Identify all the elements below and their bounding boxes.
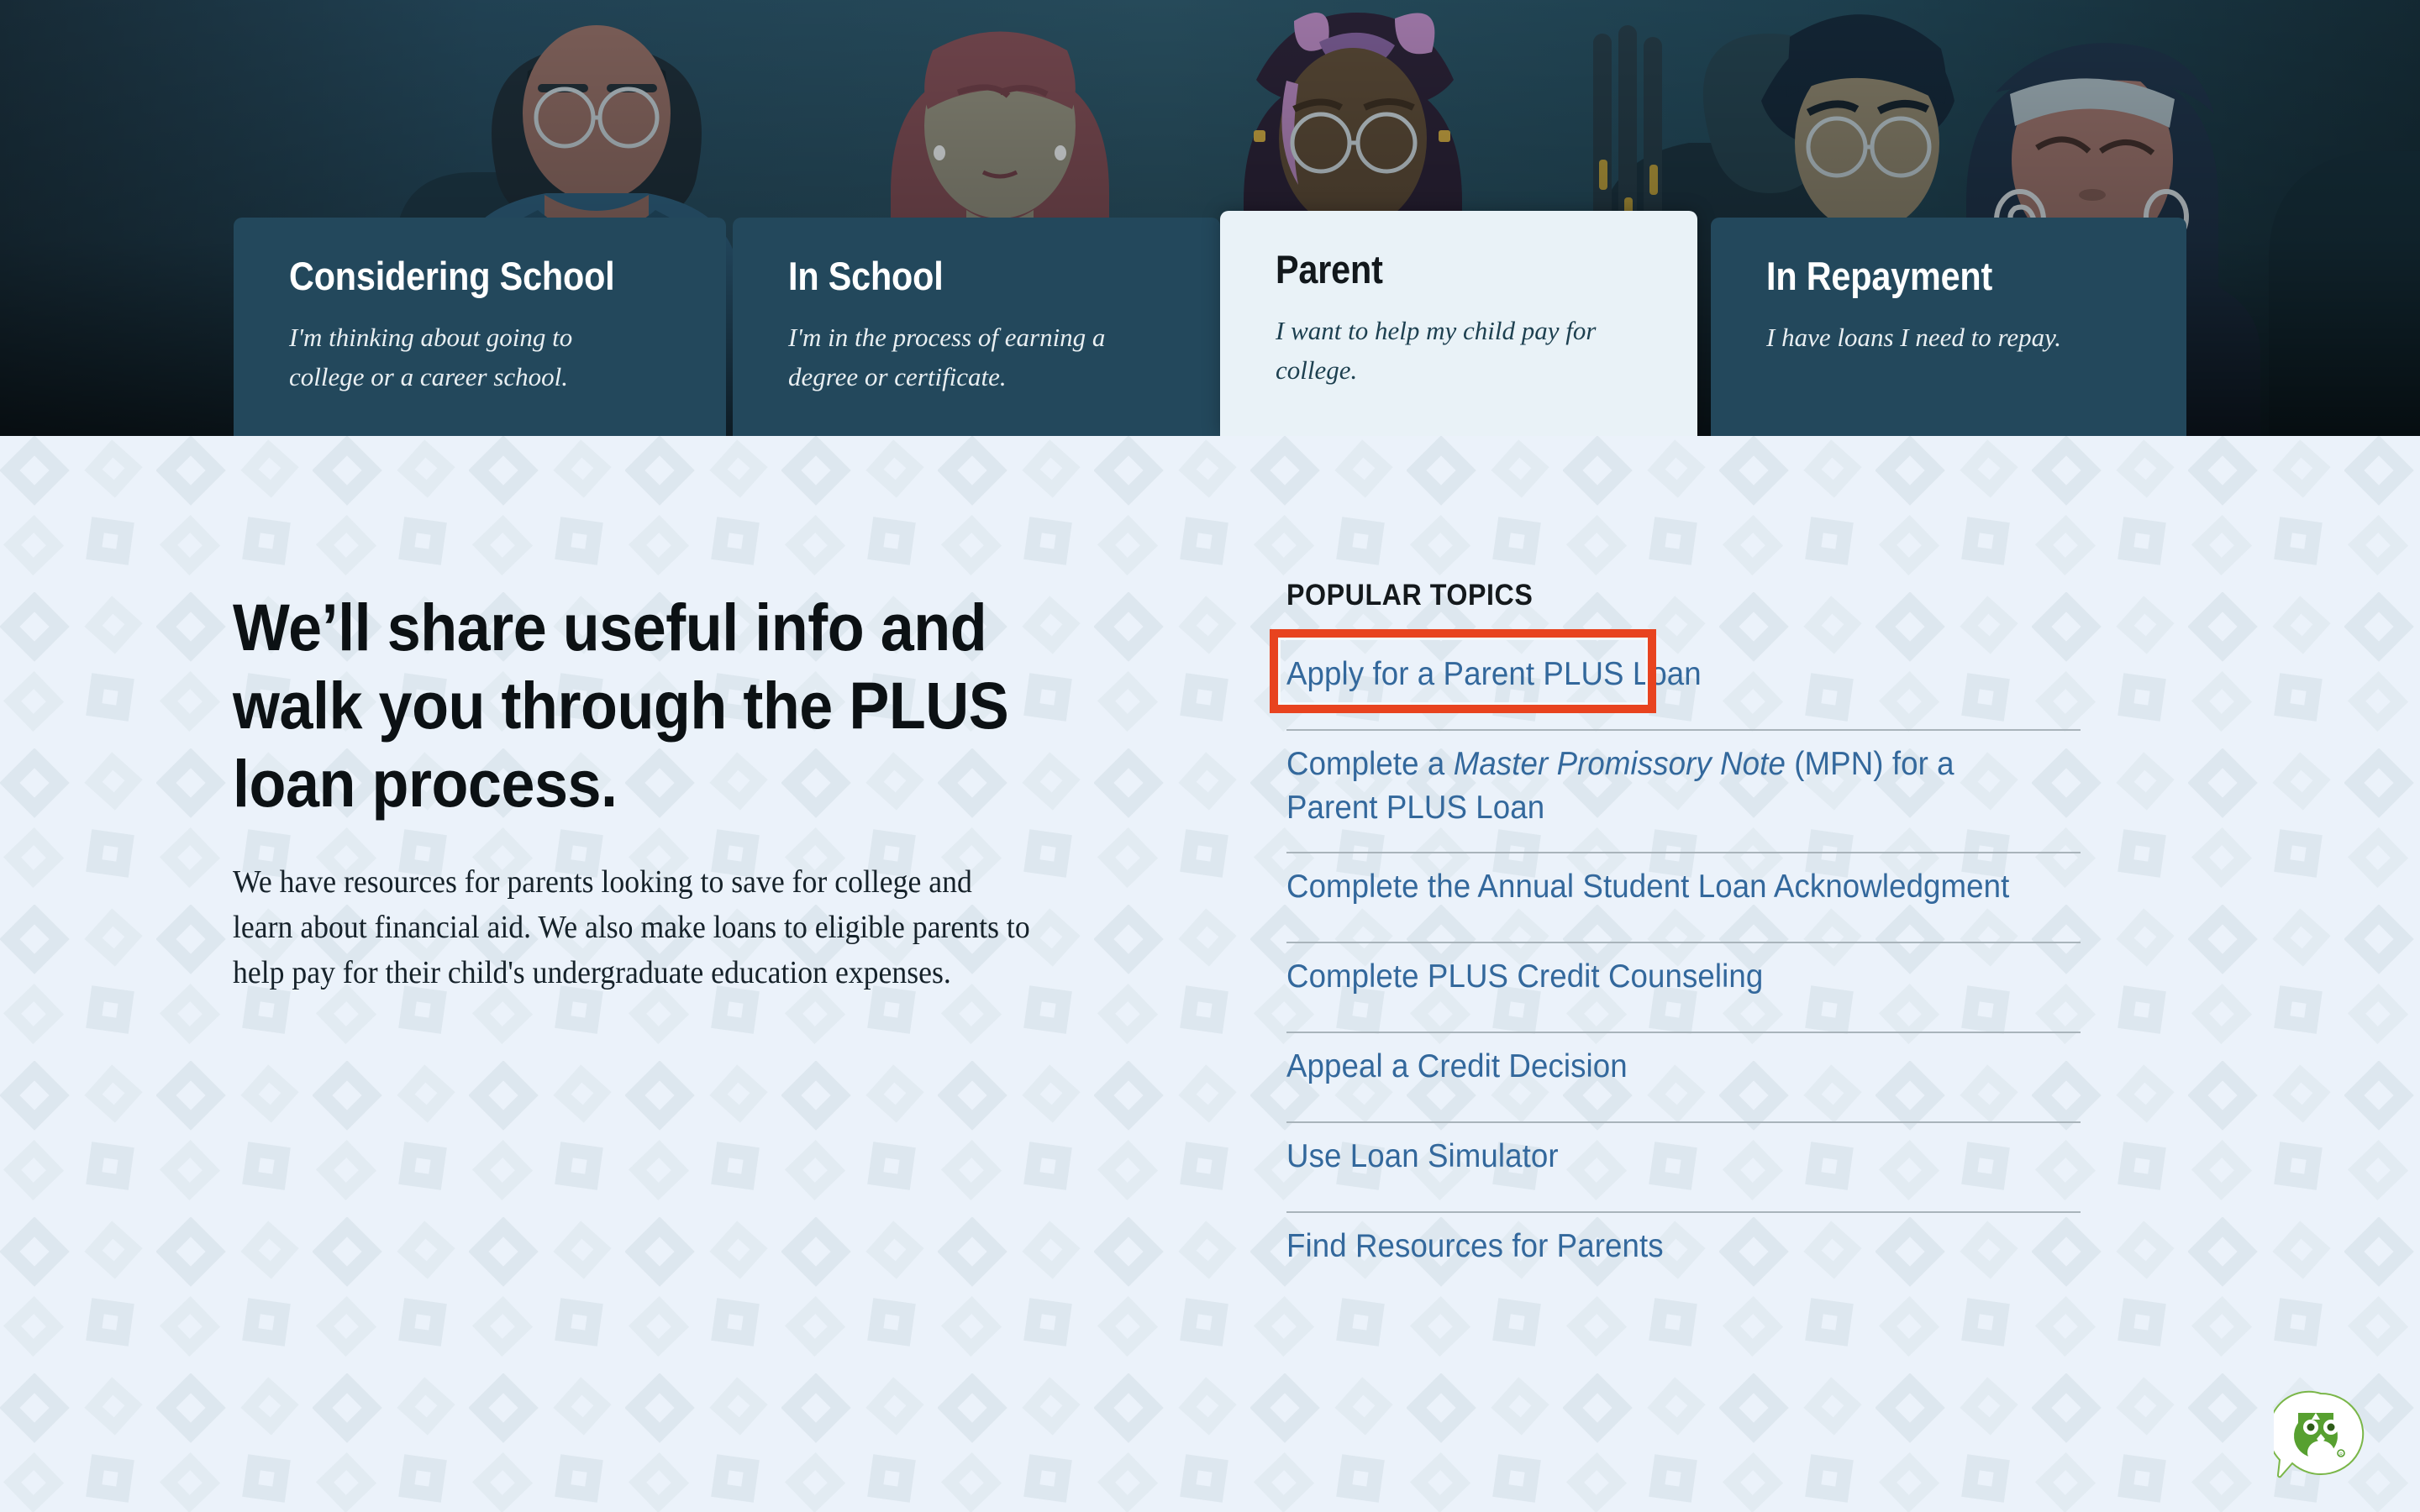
tab-in-repayment[interactable]: In Repayment I have loans I need to repa… <box>1711 218 2186 436</box>
virtual-assistant-chat-button[interactable]: R <box>2267 1390 2368 1481</box>
page-body-text: We have resources for parents looking to… <box>233 864 1030 991</box>
list-item[interactable]: Complete a Master Promissory Note (MPN) … <box>1286 731 2081 853</box>
page-heading: We’ll share useful info and walk you thr… <box>233 590 1009 821</box>
tab-considering-school-title: Considering School <box>289 254 615 298</box>
tab-in-repayment-subtitle: I have loans I need to repay. <box>1766 323 2061 352</box>
topic-link-annual-student-loan-acknowledgment[interactable]: Complete the Annual Student Loan Acknowl… <box>1286 869 2009 905</box>
topic-link-plus-credit-counseling[interactable]: Complete PLUS Credit Counseling <box>1286 958 1763 995</box>
audience-tab-row: Considering School I'm thinking about go… <box>0 0 2420 436</box>
hero-banner: Considering School I'm thinking about go… <box>0 0 2420 436</box>
list-item[interactable]: Use Loan Simulator <box>1286 1123 2081 1213</box>
topic-link-use-loan-simulator[interactable]: Use Loan Simulator <box>1286 1138 1559 1174</box>
tab-in-school[interactable]: In School I'm in the process of earning … <box>733 218 1220 436</box>
popular-topics-panel: POPULAR TOPICS Apply for a Parent PLUS L… <box>1270 579 2081 1303</box>
tab-parent[interactable]: Parent I want to help my child pay for c… <box>1220 211 1697 436</box>
main-content: We’ll share useful info and walk you thr… <box>0 436 2420 1512</box>
list-item[interactable]: Apply for a Parent PLUS Loan <box>1270 629 2081 731</box>
popular-topics-label: POPULAR TOPICS <box>1286 579 1534 612</box>
tab-considering-school[interactable]: Considering School I'm thinking about go… <box>234 218 726 436</box>
tab-in-school-subtitle: I'm in the process of earning a degree o… <box>788 323 1106 392</box>
topic-link-appeal-a-credit-decision[interactable]: Appeal a Credit Decision <box>1286 1048 1628 1084</box>
list-item[interactable]: Complete PLUS Credit Counseling <box>1286 943 2081 1033</box>
tab-considering-school-subtitle: I'm thinking about going to college or a… <box>289 323 573 392</box>
topic-link-apply-for-a-parent-plus-loan[interactable]: Apply for a Parent PLUS Loan <box>1286 656 1702 692</box>
owl-chat-icon[interactable]: R <box>2267 1390 2368 1481</box>
tab-parent-subtitle: I want to help my child pay for college. <box>1276 316 1597 386</box>
svg-text:R: R <box>2339 1452 2343 1457</box>
tab-in-repayment-title: In Repayment <box>1766 254 1993 298</box>
list-item[interactable]: Find Resources for Parents <box>1286 1213 2081 1303</box>
mpn-text-italic: Master Promissory Note <box>1453 746 1786 782</box>
list-item[interactable]: Complete the Annual Student Loan Acknowl… <box>1286 853 2081 943</box>
topic-link-find-resources-for-parents[interactable]: Find Resources for Parents <box>1286 1228 1664 1264</box>
list-item[interactable]: Appeal a Credit Decision <box>1286 1033 2081 1123</box>
intro-column: We’ll share useful info and walk you thr… <box>233 589 1073 996</box>
tab-parent-title: Parent <box>1276 247 1383 291</box>
popular-topics-list: Apply for a Parent PLUS Loan Complete a … <box>1270 629 2081 1303</box>
tab-in-school-title: In School <box>788 254 944 298</box>
topic-link-complete-mpn[interactable]: Complete a Master Promissory Note (MPN) … <box>1286 746 1954 826</box>
mpn-text-before: Complete a <box>1286 746 1454 782</box>
